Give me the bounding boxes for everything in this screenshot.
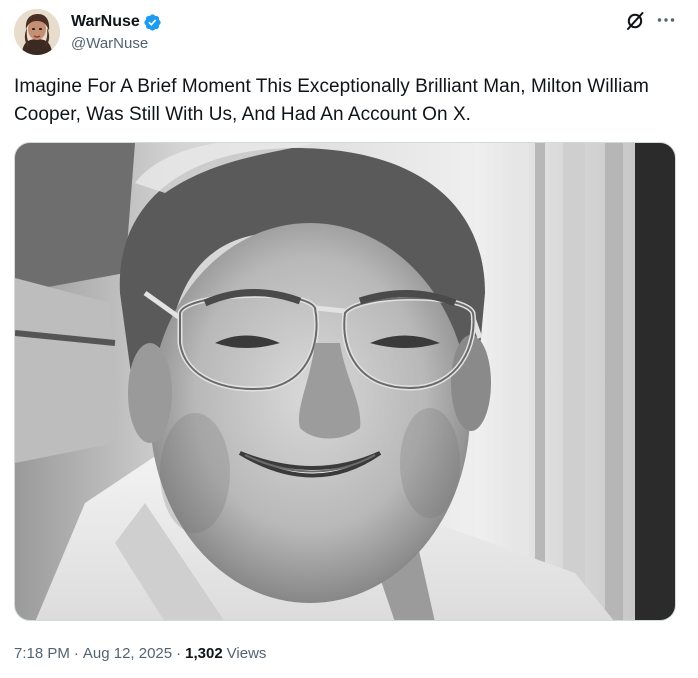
tweet-date[interactable]: Aug 12, 2025 <box>83 644 172 664</box>
author-handle[interactable]: @WarNuse <box>71 35 148 53</box>
author-display-name[interactable]: WarNuse <box>71 12 140 32</box>
portrait-photo <box>15 143 675 620</box>
tweet-meta: 7:18 PM · Aug 12, 2025 · 1,302 Views <box>14 644 266 664</box>
more-horizontal-icon[interactable] <box>656 10 676 30</box>
tweet-card: WarNuse @WarNuse Imagine For A Brief Mom… <box>0 0 698 678</box>
meta-separator: · <box>176 645 182 662</box>
tweet-media-photo[interactable] <box>14 142 676 621</box>
author-avatar[interactable] <box>14 9 60 55</box>
verified-badge-icon[interactable] <box>143 13 162 32</box>
tweet-text: Imagine For A Brief Moment This Exceptio… <box>14 76 649 125</box>
views-label: Views <box>226 645 267 662</box>
grok-slash-circle-icon[interactable] <box>624 10 646 32</box>
author-name-row: WarNuse <box>71 12 162 32</box>
meta-separator: · <box>73 645 79 662</box>
tweet-time[interactable]: 7:18 PM <box>14 644 70 664</box>
views-count[interactable]: 1,302 <box>185 644 223 664</box>
avatar-image <box>14 9 60 55</box>
